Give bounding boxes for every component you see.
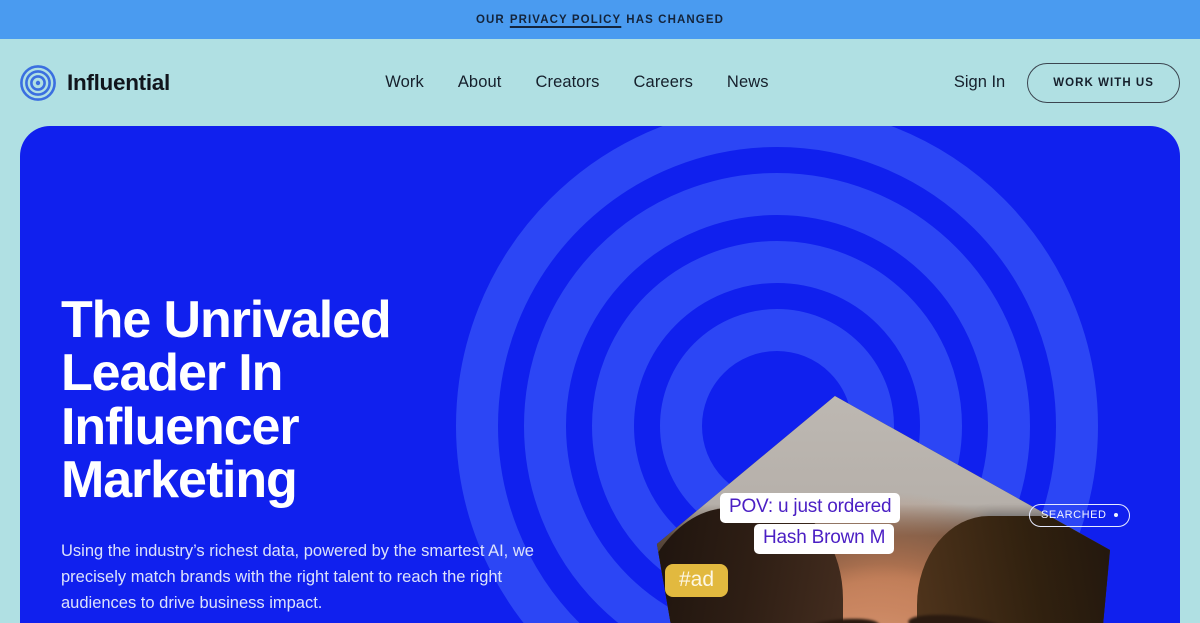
- hero-title: The Unrivaled Leader In Influencer Marke…: [61, 291, 581, 509]
- brand-name: Influential: [67, 69, 170, 95]
- site-header: Influential Work About Creators Careers …: [0, 39, 1200, 126]
- searched-badge-label: SEARCHED: [1041, 509, 1107, 521]
- work-with-us-button[interactable]: WORK WITH US: [1027, 62, 1180, 103]
- nav-item-about[interactable]: About: [458, 73, 502, 92]
- header-actions: Sign In WORK WITH US: [954, 62, 1180, 103]
- concentric-circles-logo-icon: [20, 64, 56, 101]
- hero-title-line-4: Marketing: [61, 450, 298, 509]
- nav-item-careers[interactable]: Careers: [634, 73, 693, 92]
- nav-item-creators[interactable]: Creators: [535, 73, 599, 92]
- announcement-bar: OUR PRIVACY POLICY HAS CHANGED: [0, 0, 1200, 39]
- hero-copy: The Unrivaled Leader In Influencer Marke…: [61, 291, 581, 617]
- announcement-text: OUR PRIVACY POLICY HAS CHANGED: [476, 14, 724, 26]
- searched-badge-dot-icon: [1113, 513, 1118, 517]
- hero-title-line-2: Leader In: [61, 344, 283, 403]
- privacy-policy-link[interactable]: PRIVACY POLICY: [510, 14, 621, 26]
- video-caption-overlay: POV: u just ordered Hash Brown M: [720, 493, 972, 554]
- hero-title-line-1: The Unrivaled: [61, 291, 392, 349]
- brand-logo[interactable]: Influential: [20, 64, 170, 101]
- searched-badge: SEARCHED: [1029, 504, 1130, 527]
- hero-section: The Unrivaled Leader In Influencer Marke…: [0, 126, 1200, 623]
- sign-in-link[interactable]: Sign In: [954, 73, 1005, 92]
- hero-media: POV: u just ordered Hash Brown M #ad SEA…: [620, 346, 1180, 623]
- hero-card: The Unrivaled Leader In Influencer Marke…: [20, 126, 1180, 623]
- video-caption-line-1: POV: u just ordered: [720, 493, 901, 523]
- nav-item-news[interactable]: News: [727, 73, 769, 92]
- main-navigation: Work About Creators Careers News: [200, 73, 954, 92]
- nav-item-work[interactable]: Work: [385, 73, 424, 92]
- hero-title-line-3: Influencer: [61, 397, 300, 456]
- ad-disclosure-badge: #ad: [665, 564, 729, 597]
- video-caption-line-2: Hash Brown M: [754, 523, 895, 554]
- announcement-prefix: OUR: [475, 13, 505, 26]
- announcement-suffix: HAS CHANGED: [626, 13, 725, 26]
- hero-subtitle: Using the industry’s richest data, power…: [61, 542, 534, 612]
